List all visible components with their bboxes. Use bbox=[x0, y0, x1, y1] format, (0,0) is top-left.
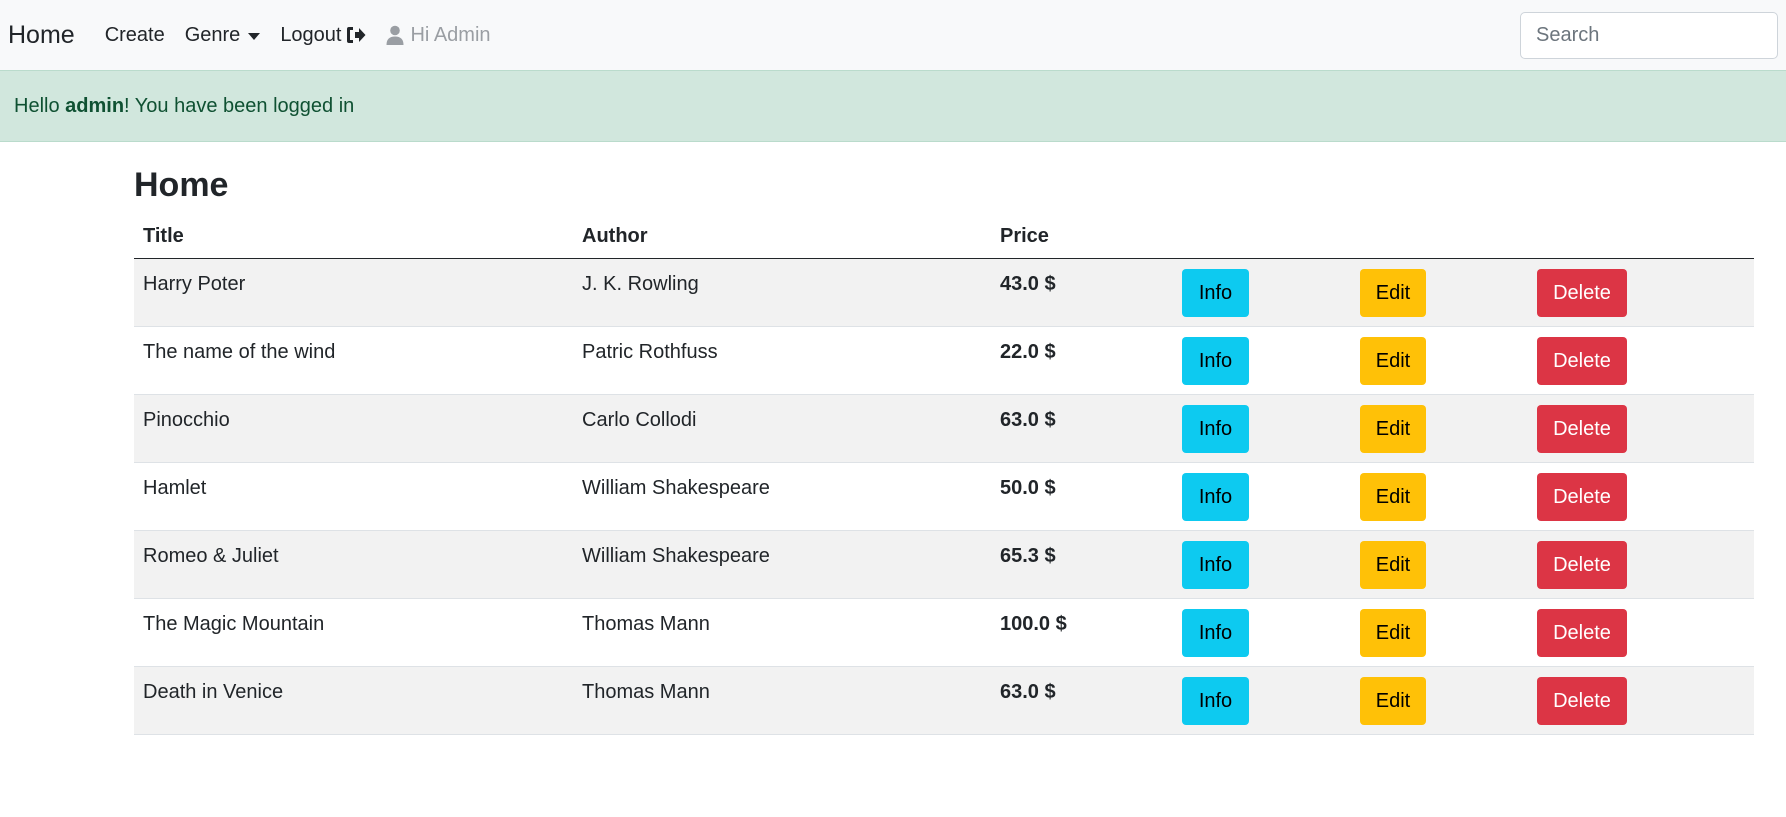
column-header-delete bbox=[1528, 217, 1754, 259]
book-author: William Shakespeare bbox=[573, 462, 991, 531]
info-cell: Info bbox=[1173, 666, 1351, 735]
delete-cell: Delete bbox=[1528, 598, 1754, 667]
sign-out-icon bbox=[346, 26, 366, 44]
edit-cell: Edit bbox=[1351, 258, 1528, 327]
book-title: The name of the wind bbox=[134, 326, 573, 395]
edit-button[interactable]: Edit bbox=[1360, 677, 1426, 725]
book-title: Hamlet bbox=[134, 462, 573, 531]
info-button[interactable]: Info bbox=[1182, 541, 1249, 589]
book-price: 100.0 $ bbox=[991, 598, 1173, 667]
book-title: Romeo & Juliet bbox=[134, 530, 573, 599]
book-price: 43.0 $ bbox=[991, 258, 1173, 327]
edit-cell: Edit bbox=[1351, 326, 1528, 395]
caret-down-icon bbox=[248, 32, 261, 40]
delete-cell: Delete bbox=[1528, 258, 1754, 327]
delete-button[interactable]: Delete bbox=[1537, 541, 1627, 589]
table-row: Death in Venice Thomas Mann 63.0 $ Info … bbox=[134, 666, 1754, 735]
delete-button[interactable]: Delete bbox=[1537, 473, 1627, 521]
edit-cell: Edit bbox=[1351, 598, 1528, 667]
book-title: Death in Venice bbox=[134, 666, 573, 735]
search-input[interactable] bbox=[1520, 12, 1778, 59]
delete-button[interactable]: Delete bbox=[1537, 609, 1627, 657]
delete-button[interactable]: Delete bbox=[1537, 677, 1627, 725]
book-title: The Magic Mountain bbox=[134, 598, 573, 667]
book-title: Pinocchio bbox=[134, 394, 573, 463]
edit-cell: Edit bbox=[1351, 530, 1528, 599]
nav-logout-label: Logout bbox=[280, 23, 342, 46]
info-button[interactable]: Info bbox=[1182, 473, 1249, 521]
delete-cell: Delete bbox=[1528, 666, 1754, 735]
info-button[interactable]: Info bbox=[1182, 405, 1249, 453]
book-author: Carlo Collodi bbox=[573, 394, 991, 463]
edit-button[interactable]: Edit bbox=[1360, 269, 1426, 317]
nav-create-link[interactable]: Create bbox=[105, 24, 165, 47]
alert-suffix: ! You have been logged in bbox=[124, 94, 355, 117]
nav-logout-link[interactable]: Logout bbox=[280, 24, 366, 47]
table-body: Harry Poter J. K. Rowling 43.0 $ Info Ed… bbox=[134, 258, 1754, 735]
info-button[interactable]: Info bbox=[1182, 337, 1249, 385]
book-price: 22.0 $ bbox=[991, 326, 1173, 395]
edit-button[interactable]: Edit bbox=[1360, 337, 1426, 385]
delete-button[interactable]: Delete bbox=[1537, 337, 1627, 385]
delete-button[interactable]: Delete bbox=[1537, 405, 1627, 453]
info-button[interactable]: Info bbox=[1182, 609, 1249, 657]
login-alert: Hello admin! You have been logged in bbox=[0, 70, 1786, 142]
book-price: 50.0 $ bbox=[991, 462, 1173, 531]
delete-cell: Delete bbox=[1528, 462, 1754, 531]
nav-genre-label: Genre bbox=[184, 23, 241, 46]
table-row: Romeo & Juliet William Shakespeare 65.3 … bbox=[134, 530, 1754, 599]
column-header-author: Author bbox=[573, 217, 991, 259]
book-author: Thomas Mann bbox=[573, 598, 991, 667]
table-row: The name of the wind Patric Rothfuss 22.… bbox=[134, 326, 1754, 395]
delete-button[interactable]: Delete bbox=[1537, 269, 1627, 317]
edit-button[interactable]: Edit bbox=[1360, 609, 1426, 657]
column-header-info bbox=[1173, 217, 1351, 259]
books-table: Title Author Price Harry Poter J. K. Row… bbox=[134, 217, 1754, 735]
table-row: Harry Poter J. K. Rowling 43.0 $ Info Ed… bbox=[134, 258, 1754, 327]
alert-prefix: Hello bbox=[14, 94, 66, 117]
table-header-row: Title Author Price bbox=[134, 217, 1754, 259]
info-button[interactable]: Info bbox=[1182, 677, 1249, 725]
book-author: J. K. Rowling bbox=[573, 258, 991, 327]
book-price: 65.3 $ bbox=[991, 530, 1173, 599]
book-author: Patric Rothfuss bbox=[573, 326, 991, 395]
edit-cell: Edit bbox=[1351, 394, 1528, 463]
info-cell: Info bbox=[1173, 598, 1351, 667]
table-row: Pinocchio Carlo Collodi 63.0 $ Info Edit… bbox=[134, 394, 1754, 463]
info-button[interactable]: Info bbox=[1182, 269, 1249, 317]
edit-button[interactable]: Edit bbox=[1360, 541, 1426, 589]
column-header-edit bbox=[1351, 217, 1528, 259]
column-header-title: Title bbox=[134, 217, 573, 259]
book-author: William Shakespeare bbox=[573, 530, 991, 599]
info-cell: Info bbox=[1173, 394, 1351, 463]
book-price: 63.0 $ bbox=[991, 666, 1173, 735]
info-cell: Info bbox=[1173, 530, 1351, 599]
navbar: Home Create Genre Logout Hi Admin bbox=[0, 0, 1786, 70]
book-title: Harry Poter bbox=[134, 258, 573, 327]
nav-genre-dropdown[interactable]: Genre bbox=[185, 24, 261, 47]
delete-cell: Delete bbox=[1528, 394, 1754, 463]
delete-cell: Delete bbox=[1528, 530, 1754, 599]
navbar-brand-home[interactable]: Home bbox=[8, 21, 75, 50]
page-title: Home bbox=[134, 166, 229, 204]
user-greeting-label: Hi Admin bbox=[410, 23, 491, 46]
edit-button[interactable]: Edit bbox=[1360, 405, 1426, 453]
nav-user-greeting: Hi Admin bbox=[386, 23, 491, 47]
main-content: Home Title Author Price Harry Poter J. K… bbox=[0, 166, 1786, 735]
info-cell: Info bbox=[1173, 462, 1351, 531]
table-row: Hamlet William Shakespeare 50.0 $ Info E… bbox=[134, 462, 1754, 531]
book-price: 63.0 $ bbox=[991, 394, 1173, 463]
info-cell: Info bbox=[1173, 258, 1351, 327]
column-header-price: Price bbox=[991, 217, 1173, 259]
delete-cell: Delete bbox=[1528, 326, 1754, 395]
alert-username: admin bbox=[65, 94, 125, 117]
edit-button[interactable]: Edit bbox=[1360, 473, 1426, 521]
user-icon bbox=[386, 25, 404, 45]
edit-cell: Edit bbox=[1351, 462, 1528, 531]
book-author: Thomas Mann bbox=[573, 666, 991, 735]
table-row: The Magic Mountain Thomas Mann 100.0 $ I… bbox=[134, 598, 1754, 667]
info-cell: Info bbox=[1173, 326, 1351, 395]
edit-cell: Edit bbox=[1351, 666, 1528, 735]
